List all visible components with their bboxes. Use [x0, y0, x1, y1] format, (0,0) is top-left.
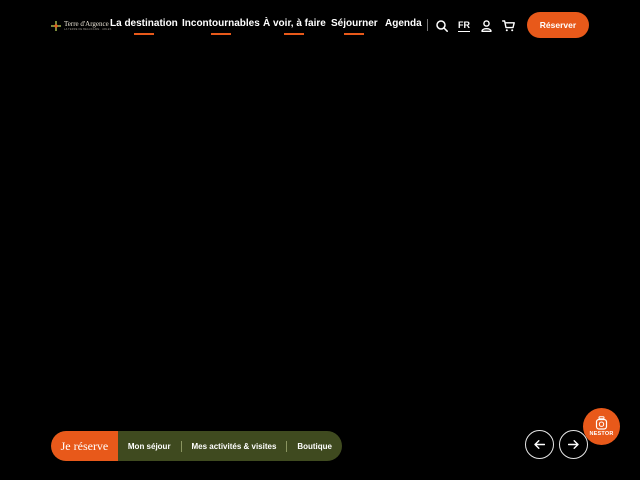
- nav-label: Séjourner: [331, 18, 378, 29]
- search-icon[interactable]: [436, 19, 448, 37]
- nav-label: Agenda: [385, 18, 422, 29]
- nav-label: La destination: [110, 18, 178, 29]
- nav-item-sejourner[interactable]: Séjourner: [331, 18, 378, 35]
- carousel-next-button[interactable]: [559, 430, 588, 459]
- nav-label: Incontournables: [182, 18, 260, 29]
- nestor-bot-icon: [595, 416, 608, 430]
- arrow-left-icon: [534, 440, 545, 449]
- booking-bar: Je réserve Mon séjour Mes activités & vi…: [51, 431, 342, 461]
- booking-item-activites-visites[interactable]: Mes activités & visites: [181, 442, 286, 451]
- nav-item-la-destination[interactable]: La destination: [110, 18, 178, 35]
- nav-underline: [284, 33, 305, 35]
- booking-item-boutique[interactable]: Boutique: [287, 442, 342, 451]
- reserve-button[interactable]: Réserver: [527, 12, 589, 38]
- nestor-label: NESTOR: [589, 431, 614, 437]
- nestor-chat-button[interactable]: NESTOR: [583, 408, 620, 445]
- nav-label: À voir, à faire: [263, 18, 326, 29]
- carousel-prev-button[interactable]: [525, 430, 554, 459]
- nav-underline: [210, 33, 231, 35]
- nav-underline: [133, 33, 154, 35]
- nav-item-agenda[interactable]: Agenda: [385, 18, 422, 29]
- nav-divider: [427, 19, 428, 31]
- nav-underline: [344, 33, 365, 35]
- language-selector[interactable]: FR: [458, 20, 470, 32]
- nav-item-incontournables[interactable]: Incontournables: [182, 18, 260, 35]
- nav-item-a-voir-a-faire[interactable]: À voir, à faire: [263, 18, 326, 35]
- arrow-right-icon: [568, 440, 579, 449]
- site-header: Terre d'Argence LA TERRE DE BEAUCAIRE · …: [0, 0, 640, 50]
- cart-icon[interactable]: [502, 19, 515, 37]
- user-icon[interactable]: [481, 19, 492, 37]
- je-reserve-button[interactable]: Je réserve: [51, 431, 118, 461]
- booking-item-mon-sejour[interactable]: Mon séjour: [118, 442, 181, 451]
